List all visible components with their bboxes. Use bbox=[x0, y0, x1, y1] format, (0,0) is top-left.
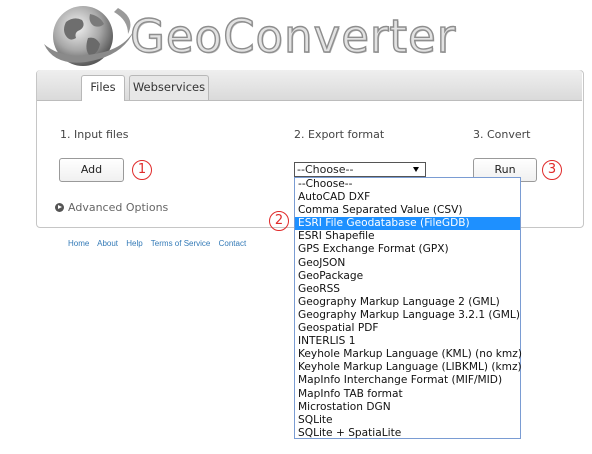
annotation-marker-2: 2 bbox=[269, 211, 289, 231]
footer-link-about[interactable]: About bbox=[97, 239, 118, 248]
format-option[interactable]: Geospatial PDF bbox=[295, 322, 520, 335]
annotation-marker-1: 1 bbox=[132, 160, 152, 180]
add-button[interactable]: Add bbox=[59, 158, 124, 182]
export-format-select[interactable]: --Choose-- bbox=[294, 162, 426, 177]
format-option[interactable]: INTERLIS 1 bbox=[295, 335, 520, 348]
select-value: --Choose-- bbox=[297, 163, 354, 176]
format-option[interactable]: ESRI Shapefile bbox=[295, 230, 520, 243]
format-option[interactable]: Keyhole Markup Language (KML) (no kmz) bbox=[295, 348, 522, 361]
step-export-label: 2. Export format bbox=[294, 128, 385, 141]
format-option-highlighted[interactable]: ESRI File Geodatabase (FileGDB) bbox=[295, 217, 520, 231]
footer-link-contact[interactable]: Contact bbox=[219, 239, 247, 248]
format-option[interactable]: GeoPackage bbox=[295, 270, 520, 283]
app-logo-text: GeoConverter bbox=[129, 9, 457, 63]
export-format-dropdown: --Choose-- AutoCAD DXF Comma Separated V… bbox=[294, 177, 522, 440]
format-option[interactable]: AutoCAD DXF bbox=[295, 191, 520, 204]
format-option[interactable]: Microstation DGN bbox=[295, 401, 520, 414]
format-option[interactable]: Comma Separated Value (CSV) bbox=[295, 204, 520, 217]
step-input-label: 1. Input files bbox=[60, 128, 129, 141]
format-option[interactable]: GeoJSON bbox=[295, 257, 520, 270]
format-option[interactable]: Keyhole Markup Language (LIBKML) (kmz) bbox=[295, 361, 522, 374]
advanced-options-label: Advanced Options bbox=[68, 201, 169, 214]
step-convert-label: 3. Convert bbox=[473, 128, 531, 141]
format-option[interactable]: SQLite bbox=[295, 414, 520, 427]
tab-bar: Files Webservices bbox=[37, 70, 582, 101]
format-option[interactable]: Geography Markup Language 2 (GML) bbox=[295, 296, 520, 309]
footer-link-home[interactable]: Home bbox=[68, 239, 89, 248]
tab-webservices[interactable]: Webservices bbox=[129, 75, 209, 100]
format-option[interactable]: --Choose-- bbox=[295, 178, 520, 191]
advanced-options-toggle[interactable]: Advanced Options bbox=[55, 201, 168, 214]
format-option[interactable]: MapInfo Interchange Format (MIF/MID) bbox=[295, 374, 520, 387]
tab-files[interactable]: Files bbox=[81, 75, 125, 101]
expand-arrow-icon bbox=[55, 203, 64, 212]
format-option[interactable]: MapInfo TAB format bbox=[295, 388, 520, 401]
format-option[interactable]: Geography Markup Language 3.2.1 (GML) bbox=[295, 309, 520, 322]
footer-links: Home About Help Terms of Service Contact bbox=[68, 239, 252, 248]
format-option[interactable]: SQLite + SpatiaLite bbox=[295, 427, 520, 440]
logo-globe-icon bbox=[38, 0, 138, 70]
format-option[interactable]: GeoRSS bbox=[295, 283, 520, 296]
chevron-down-icon bbox=[413, 167, 419, 172]
annotation-marker-3: 3 bbox=[542, 160, 562, 180]
format-option[interactable]: GPS Exchange Format (GPX) bbox=[295, 243, 520, 256]
footer-link-help[interactable]: Help bbox=[126, 239, 142, 248]
footer-link-terms[interactable]: Terms of Service bbox=[151, 239, 211, 248]
